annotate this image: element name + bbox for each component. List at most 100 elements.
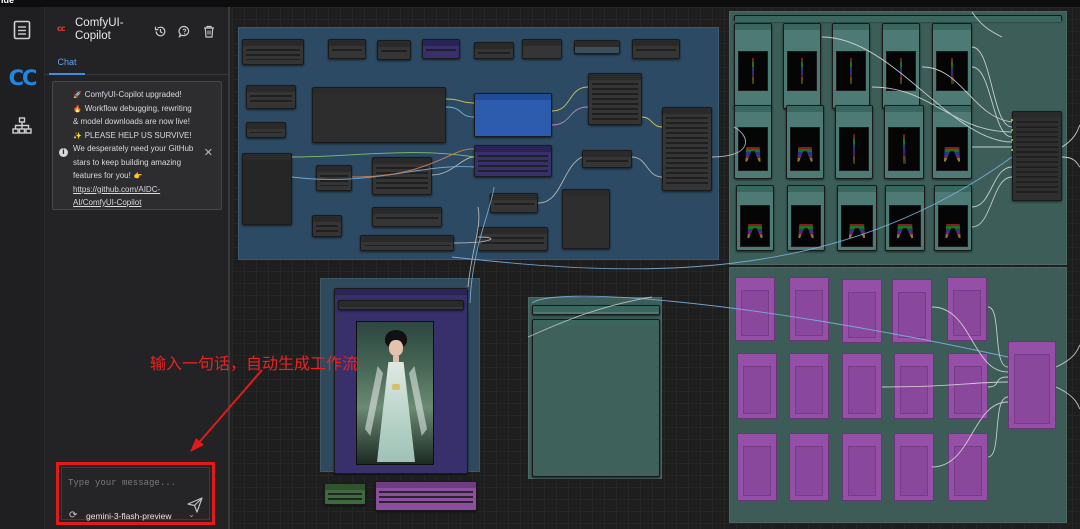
close-icon[interactable]: ✕ [204,146,213,159]
workflow-node[interactable] [422,39,460,59]
info-icon: i [59,148,68,157]
tab-chat[interactable]: Chat [49,53,85,75]
notice-line: & model downloads are now live! [73,115,207,129]
workflow-node[interactable] [338,300,464,310]
node-port[interactable] [1011,129,1013,131]
notice-line: https://github.com/AIDC- [73,183,207,197]
node-group-main[interactable] [238,27,719,260]
github-link[interactable]: https://github.com/AIDC- [73,185,160,194]
chat-input-highlight: ⟳ gemini-3-flash-preview ⌄ [56,462,215,525]
node-port[interactable] [1011,149,1013,151]
workflow-node[interactable] [377,40,411,60]
notice-text: & model downloads are now live! [73,117,190,126]
workflow-node[interactable] [1012,111,1062,201]
workflow-node[interactable] [662,107,712,191]
purple-node[interactable] [948,353,988,419]
send-button[interactable] [186,496,204,514]
github-link-continued[interactable]: AI/ComfyUI-Copilot [73,198,141,207]
workflow-node[interactable] [474,145,552,177]
send-icon [187,497,203,513]
pose-image [836,51,866,91]
purple-node[interactable] [894,353,934,419]
pose-image [889,205,921,247]
workflow-node[interactable] [242,39,304,65]
notice-line: features for you! 👉 [73,169,207,183]
model-select[interactable]: gemini-3-flash-preview [86,511,172,521]
workflow-node[interactable] [324,483,366,505]
workflow-node[interactable] [375,481,477,511]
purple-node[interactable] [737,353,777,419]
pose-image [839,127,869,171]
workflow-node[interactable] [734,15,1062,22]
workflow-node[interactable] [372,207,442,227]
rail-document-button[interactable] [7,15,37,45]
purple-node[interactable] [789,277,829,341]
annotation-text: 输入一句话，自动生成工作流 [150,354,359,373]
notice-text: stars to keep building amazing [73,157,182,167]
chat-composer: ⟳ gemini-3-flash-preview ⌄ [61,467,210,521]
rail-copilot-button[interactable]: CC [7,63,38,93]
node-port[interactable] [1011,139,1013,141]
document-icon [13,20,31,40]
workflow-node[interactable] [312,87,446,143]
clear-chat-button[interactable] [201,23,217,39]
workflow-node[interactable] [246,122,286,138]
workflow-node[interactable] [478,227,548,251]
notice-line: We desperately need your GitHub [73,142,207,156]
workflow-node[interactable] [474,93,552,137]
workflow-node[interactable] [582,150,632,168]
notice-line: 🚀 ComfyUI-Copilot upgraded! [73,88,207,102]
workflow-node[interactable] [574,40,620,54]
pose-image [790,127,820,171]
purple-node[interactable] [737,433,777,501]
new-chat-button[interactable] [176,23,192,39]
purple-node[interactable] [842,353,882,419]
workflow-node[interactable] [588,73,642,125]
pose-image [791,205,821,247]
node-port[interactable] [1011,119,1013,121]
workflow-node[interactable] [360,235,454,251]
workflow-node[interactable] [474,42,514,59]
workflow-node[interactable] [372,157,432,195]
window-title: lde [1,0,15,5]
notice-text: PLEASE HELP US SURVIVE! [84,130,192,140]
pose-image [936,51,968,91]
history-icon [154,26,165,36]
refresh-icon[interactable]: ⟳ [69,510,77,521]
workflow-node[interactable] [532,319,660,477]
pose-image [886,51,916,91]
purple-node[interactable] [789,353,829,419]
rail-workflow-button[interactable] [7,111,37,141]
workflow-node[interactable] [316,165,352,191]
workflow-node[interactable] [562,189,610,249]
chat-bubble-icon [177,25,189,38]
message-input[interactable] [68,478,198,488]
workflow-node[interactable] [242,153,292,225]
purple-node[interactable] [735,277,775,341]
notice-text: Workflow debugging, rewriting [84,103,192,113]
workflow-canvas[interactable] [232,7,1080,529]
notice-body: 🚀 ComfyUI-Copilot upgraded! 🔥 Workflow deb… [73,88,207,210]
workflow-node[interactable] [328,39,366,59]
window-top-strip: lde [0,0,1080,7]
notice-line: ✨ PLEASE HELP US SURVIVE! [73,129,207,143]
purple-node[interactable] [1008,341,1056,429]
workflow-node[interactable] [522,39,562,59]
rocket-icon: 🚀 [73,91,82,99]
workflow-node[interactable] [312,215,342,237]
copilot-tabs: Chat [45,53,230,75]
purple-node[interactable] [947,277,987,341]
purple-node[interactable] [789,433,829,501]
workflow-node[interactable] [532,305,660,315]
purple-node[interactable] [842,279,882,343]
purple-node[interactable] [894,433,934,501]
purple-node[interactable] [842,433,882,501]
purple-node[interactable] [948,433,988,501]
workflow-node[interactable] [632,39,680,59]
history-button[interactable] [152,23,168,39]
trash-icon [204,25,214,38]
purple-node[interactable] [892,279,932,343]
pose-image [738,127,768,171]
workflow-node[interactable] [246,85,296,109]
workflow-node[interactable] [490,193,538,213]
